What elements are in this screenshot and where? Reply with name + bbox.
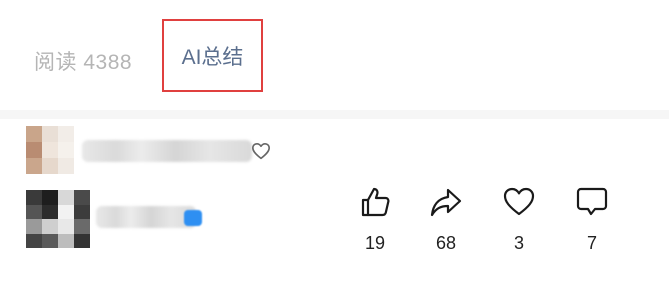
avatar-mosaic bbox=[26, 126, 74, 174]
favorite-button[interactable]: 3 bbox=[494, 184, 544, 254]
liker-avatar[interactable] bbox=[26, 126, 74, 174]
blurred-liker-names bbox=[82, 140, 252, 162]
like-count: 19 bbox=[364, 233, 386, 253]
blurred-author-name bbox=[96, 206, 196, 228]
heart-outline-icon bbox=[251, 142, 271, 160]
share-count: 68 bbox=[435, 233, 457, 253]
share-arrow-icon bbox=[428, 184, 464, 225]
article-meta-row: 阅读 4388 AI总结 bbox=[0, 0, 669, 110]
read-count: 阅读 4388 bbox=[34, 51, 133, 74]
action-bar: 19 68 3 7 bbox=[350, 184, 650, 254]
author-row[interactable] bbox=[26, 190, 266, 250]
author-avatar[interactable] bbox=[26, 190, 90, 248]
ai-summary-label: AI总结 bbox=[181, 45, 244, 69]
section-divider bbox=[0, 110, 669, 119]
heart-icon bbox=[501, 184, 537, 225]
ai-summary-button[interactable]: AI总结 bbox=[162, 19, 263, 92]
avatar-mosaic bbox=[26, 190, 90, 248]
share-button[interactable]: 68 bbox=[421, 184, 471, 254]
thumbs-up-icon bbox=[357, 184, 393, 225]
comment-bubble-icon bbox=[574, 184, 610, 225]
like-button[interactable]: 19 bbox=[350, 184, 400, 254]
comment-button[interactable]: 7 bbox=[567, 184, 617, 254]
favorite-count: 3 bbox=[513, 233, 524, 253]
comment-count: 7 bbox=[586, 233, 597, 253]
verified-badge-icon bbox=[184, 210, 202, 226]
liked-by-row[interactable] bbox=[26, 126, 286, 176]
